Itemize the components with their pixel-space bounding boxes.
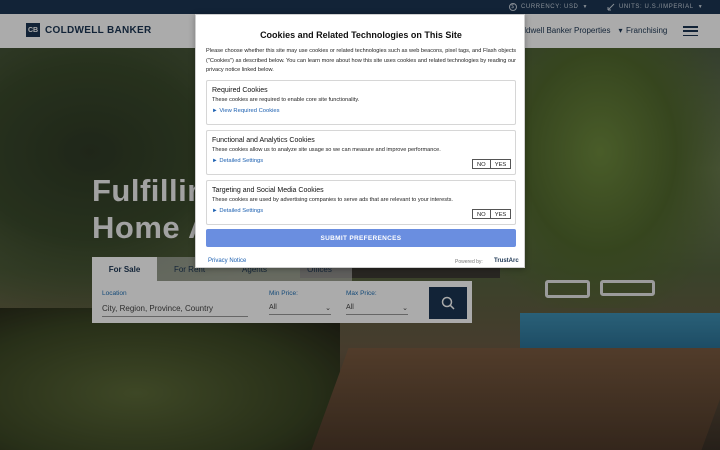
no-button[interactable]: NO: [472, 159, 491, 169]
functional-cookies-section: Functional and Analytics Cookies These c…: [206, 130, 516, 175]
cookie-preferences-dialog: Cookies and Related Technologies on This…: [195, 14, 525, 268]
submit-preferences-button[interactable]: SUBMIT PREFERENCES: [206, 229, 516, 247]
section-title: Required Cookies: [212, 87, 268, 94]
detailed-settings-link[interactable]: ► Detailed Settings: [212, 158, 263, 164]
section-desc: These cookies are used by advertising co…: [212, 197, 453, 203]
required-cookies-section: Required Cookies These cookies are requi…: [206, 80, 516, 125]
privacy-notice-link[interactable]: Privacy Notice: [208, 258, 246, 264]
targeting-toggle: NO YES: [472, 209, 512, 219]
section-desc: These cookies are required to enable cor…: [212, 97, 360, 103]
dialog-title: Cookies and Related Technologies on This…: [260, 30, 462, 40]
yes-button[interactable]: YES: [490, 209, 512, 219]
no-button[interactable]: NO: [472, 209, 491, 219]
view-required-cookies-link[interactable]: ► View Required Cookies: [212, 108, 280, 114]
section-title: Functional and Analytics Cookies: [212, 137, 315, 144]
powered-by-label: Powered by:: [455, 259, 483, 265]
dialog-intro: Please choose whether this site may use …: [206, 48, 516, 73]
detailed-settings-link[interactable]: ► Detailed Settings: [212, 208, 263, 214]
targeting-cookies-section: Targeting and Social Media Cookies These…: [206, 180, 516, 225]
functional-toggle: NO YES: [472, 159, 512, 169]
trustarc-logo[interactable]: TrustArc: [494, 258, 519, 264]
section-title: Targeting and Social Media Cookies: [212, 187, 324, 194]
yes-button[interactable]: YES: [490, 159, 512, 169]
section-desc: These cookies allow us to analyze site u…: [212, 147, 441, 153]
